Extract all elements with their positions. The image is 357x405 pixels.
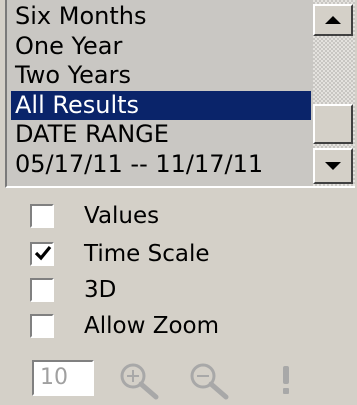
exclamation-icon[interactable] <box>276 364 296 398</box>
option-allow-zoom[interactable]: Allow Zoom <box>30 310 219 342</box>
time-scale-checkbox[interactable] <box>30 242 54 266</box>
listbox-scrollbar[interactable] <box>313 0 355 186</box>
zoom-out-icon[interactable] <box>186 360 234 400</box>
list-item-six-months[interactable]: Six Months <box>11 2 311 32</box>
time-scale-label: Time Scale <box>84 241 210 267</box>
list-item-one-year[interactable]: One Year <box>11 32 311 62</box>
option-time-scale[interactable]: Time Scale <box>30 238 209 270</box>
list-item-two-years[interactable]: Two Years <box>11 61 311 91</box>
arrow-down-icon <box>325 162 341 170</box>
scroll-thumb[interactable] <box>313 104 353 144</box>
list-item-date-range-value[interactable]: 05/17/11 -- 11/17/11 <box>11 150 311 180</box>
checkmark-icon <box>34 245 52 261</box>
values-checkbox[interactable] <box>30 204 54 228</box>
option-values[interactable]: Values <box>30 200 159 232</box>
arrow-up-icon <box>325 16 341 24</box>
list-item-all-results[interactable]: All Results <box>11 90 311 120</box>
3d-label: 3D <box>84 277 117 303</box>
values-label: Values <box>84 203 160 229</box>
scroll-up-button[interactable] <box>313 4 353 36</box>
scroll-down-button[interactable] <box>313 148 353 184</box>
zoom-in-icon[interactable] <box>116 360 164 400</box>
listbox-items: Six Months One Year Two Years All Result… <box>11 2 311 179</box>
zoom-level-field[interactable]: 10 <box>32 360 94 396</box>
allow-zoom-label: Allow Zoom <box>84 313 220 339</box>
option-3d[interactable]: 3D <box>30 274 116 306</box>
date-range-listbox[interactable]: Six Months One Year Two Years All Result… <box>5 0 355 188</box>
allow-zoom-checkbox[interactable] <box>30 314 54 338</box>
list-item-date-range[interactable]: DATE RANGE <box>11 120 311 150</box>
3d-checkbox[interactable] <box>30 278 54 302</box>
